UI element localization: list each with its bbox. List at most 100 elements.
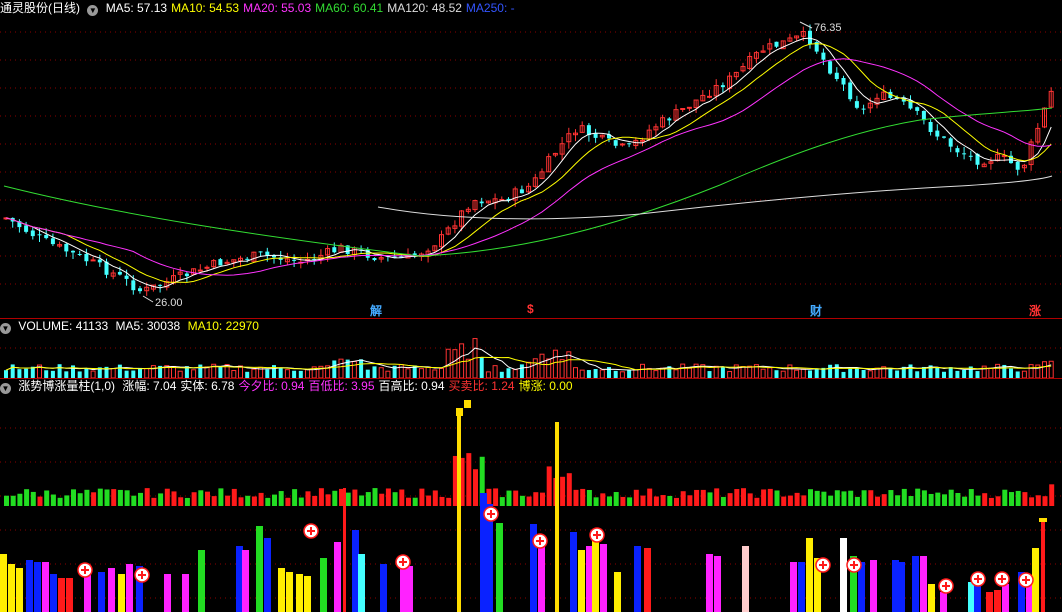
volume-bar (1048, 360, 1054, 378)
rally-bar (131, 495, 137, 506)
volume-bar (284, 369, 290, 378)
rally-bar (419, 488, 425, 506)
candle-body (968, 155, 973, 157)
volume-bar (867, 370, 873, 378)
signal-bar (42, 562, 49, 612)
volume-bar (526, 361, 532, 378)
signal-bar (236, 546, 243, 612)
rally-bar (834, 490, 840, 506)
rally-bar (265, 497, 271, 506)
rally-bar (399, 489, 405, 506)
volume-bar (767, 367, 773, 378)
rally-bar (258, 492, 264, 506)
rally-bar (117, 489, 123, 506)
event-marker-dividend[interactable]: $ (527, 302, 534, 316)
rally-bar (1035, 495, 1041, 506)
rally-bar (312, 495, 318, 506)
volume-ma10-line (5, 356, 1052, 371)
volume-bar (707, 371, 712, 378)
candle-body (519, 189, 524, 194)
price-chart-panel[interactable]: 76.35 26.00 通灵股份(日线) ▼ MA5: 57.13 MA10: 54… (0, 0, 1062, 318)
rally-bar (71, 489, 76, 506)
signal-bar (706, 554, 713, 612)
signal-bar (898, 562, 905, 612)
rally-bar (787, 495, 793, 506)
candle-body (124, 275, 129, 279)
indicator-dropdown-icon[interactable]: ▼ (0, 383, 11, 394)
rally-bar (687, 495, 693, 506)
candle-body (258, 251, 263, 253)
signal-bar (600, 544, 607, 612)
candle-body (30, 230, 35, 237)
volume-bar (124, 370, 129, 378)
candle-body (138, 288, 142, 292)
signal-bar (380, 564, 387, 612)
indicator-label-6: 博涨: 0.00 (518, 379, 573, 393)
rally-bar (178, 497, 184, 506)
rally-bar (499, 497, 505, 506)
rally-bar (37, 496, 43, 506)
event-marker-limit-up[interactable]: 涨 (1029, 302, 1041, 319)
rally-bar (781, 496, 787, 506)
rally-bar (955, 492, 961, 506)
rally-bar (794, 492, 800, 506)
settings-dropdown-icon[interactable]: ▼ (87, 5, 99, 16)
volume-dropdown-icon[interactable]: ▼ (0, 323, 11, 334)
rally-bar (292, 489, 298, 506)
rally-bar (808, 489, 813, 506)
volume-bar (204, 366, 210, 378)
rally-bar (935, 492, 941, 506)
rally-bar (1015, 490, 1021, 506)
rally-bar (57, 497, 63, 506)
ma5-line (5, 37, 1052, 289)
ma-label-5: MA250: - (465, 1, 515, 15)
rally-bar (198, 490, 204, 506)
event-marker-finance[interactable]: 财 (810, 302, 822, 319)
candle-body (848, 82, 853, 100)
volume-bar (1009, 368, 1013, 378)
candle-body (50, 238, 55, 245)
rally-bar (218, 488, 224, 506)
rally-bar (841, 491, 847, 506)
signal-bar (16, 568, 23, 612)
signal-bar (358, 554, 365, 612)
rally-bar (352, 489, 358, 506)
volume-bar (359, 359, 364, 378)
rally-bar (97, 488, 103, 506)
volume-panel[interactable]: ▼ VOLUME: 41133 MA5: 30038 MA10: 22970 (0, 318, 1062, 378)
rally-bar (727, 493, 733, 506)
rally-bar (633, 489, 639, 506)
yellow-spike-cap (464, 400, 471, 408)
volume-bar (405, 368, 411, 378)
red-spike-bar (343, 488, 346, 612)
rally-bar (184, 497, 190, 506)
rally-bar (305, 491, 311, 506)
rally-bar (10, 495, 16, 506)
candle-body (158, 284, 163, 286)
volume-bar (646, 367, 652, 378)
candlestick-chart[interactable]: 76.35 26.00 (0, 0, 1062, 318)
volume-bar (459, 343, 465, 378)
rally-bar (700, 489, 706, 506)
volume-bar (4, 370, 8, 378)
indicator-chart[interactable] (0, 378, 1062, 612)
volume-bar (787, 364, 793, 378)
volume-bar (385, 370, 391, 378)
volume-bar (888, 367, 893, 378)
signal-bar (578, 550, 585, 612)
volume-bar (10, 364, 15, 378)
rally-bar (714, 488, 720, 506)
volume-bar (613, 370, 618, 378)
candle-body (942, 136, 946, 138)
volume-bar (110, 368, 116, 378)
rally-bar (901, 488, 907, 506)
volume-bar (593, 369, 598, 378)
rally-bar (385, 488, 391, 506)
signal-bar (320, 558, 327, 612)
signal-bar (118, 574, 125, 612)
event-marker-unlock[interactable]: 解 (370, 302, 382, 319)
rally-bar (962, 496, 968, 506)
volume-bar (198, 364, 203, 378)
indicator-panel[interactable]: ▼ 涨势博涨量柱(1,0) 涨幅: 7.04 实体: 6.78 今夕比: 0.94 百… (0, 378, 1062, 612)
rally-bar (546, 466, 552, 506)
